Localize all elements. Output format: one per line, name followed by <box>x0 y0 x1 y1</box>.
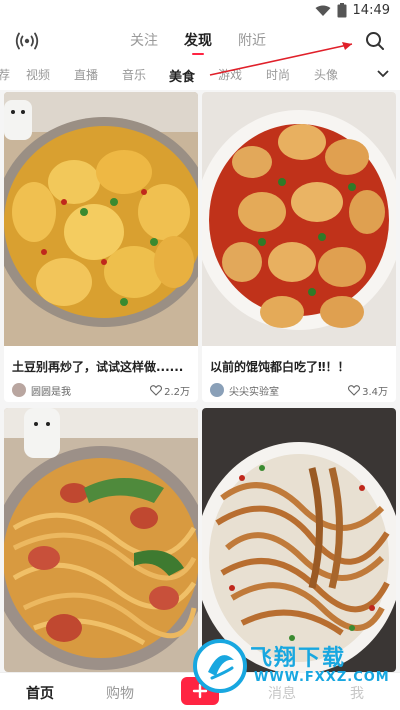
wifi-icon <box>315 5 331 16</box>
category-item-active[interactable]: 美食 <box>158 66 206 85</box>
heart-icon <box>150 384 163 396</box>
tab-discover[interactable]: 发现 <box>184 30 212 55</box>
food-image-potato[interactable] <box>4 92 198 346</box>
category-item[interactable]: 头像 <box>302 66 350 85</box>
food-image-wonton[interactable] <box>202 92 396 346</box>
category-item[interactable]: 游戏 <box>206 66 254 85</box>
nav-messages[interactable]: 消息 <box>268 683 296 703</box>
tab-follow[interactable]: 关注 <box>130 30 158 50</box>
battery-icon <box>337 3 347 18</box>
search-icon[interactable] <box>364 30 386 52</box>
card-title[interactable]: 以前的馄饨都白吃了‼！！ <box>210 358 390 375</box>
nav-tabs: 关注 发现 附近 <box>130 30 266 55</box>
food-image-spicy-noodles[interactable] <box>202 408 396 672</box>
category-item[interactable]: 荐 <box>0 66 14 85</box>
feed-card[interactable] <box>4 408 198 672</box>
top-nav: 关注 发现 附近 <box>0 24 400 58</box>
category-item[interactable]: 直播 <box>62 66 110 85</box>
chevron-down-icon <box>377 70 389 78</box>
feed: 土豆别再炒了，试试这样做...... 圆圆是我 2.2万 以前的馄饨都白吃了‼！… <box>0 90 400 672</box>
card-meta: 圆圆是我 2.2万 <box>12 382 190 398</box>
status-bar: 14:49 <box>0 0 400 24</box>
nav-home[interactable]: 首页 <box>26 683 54 703</box>
feed-card[interactable]: 土豆别再炒了，试试这样做...... 圆圆是我 2.2万 <box>4 92 198 402</box>
avatar[interactable] <box>12 383 26 397</box>
category-list: 荐 视频 直播 音乐 美食 游戏 时尚 头像 <box>0 66 350 85</box>
author-name[interactable]: 尖尖实验室 <box>229 383 348 398</box>
status-time: 14:49 <box>352 3 390 18</box>
like-button[interactable]: 3.4万 <box>348 383 388 398</box>
food-image-noodles-sausage[interactable] <box>4 408 198 672</box>
category-bar: 荐 视频 直播 音乐 美食 游戏 时尚 头像 <box>0 58 400 90</box>
card-title[interactable]: 土豆别再炒了，试试这样做...... <box>12 358 192 375</box>
feed-card[interactable]: 以前的馄饨都白吃了‼！！ 尖尖实验室 3.4万 <box>202 92 396 402</box>
bottom-nav: 首页 购物 消息 我 <box>0 672 400 710</box>
tab-nearby[interactable]: 附近 <box>238 30 266 50</box>
category-expand-button[interactable] <box>366 58 400 90</box>
live-broadcast-icon[interactable] <box>14 30 40 52</box>
like-button[interactable]: 2.2万 <box>150 383 190 398</box>
status-icons: 14:49 <box>315 3 390 18</box>
nav-me[interactable]: 我 <box>350 683 364 703</box>
like-count: 3.4万 <box>362 386 388 398</box>
like-count: 2.2万 <box>164 386 190 398</box>
plus-icon <box>192 683 208 699</box>
category-item[interactable]: 视频 <box>14 66 62 85</box>
publish-button[interactable] <box>181 677 219 705</box>
category-item[interactable]: 时尚 <box>254 66 302 85</box>
card-meta: 尖尖实验室 3.4万 <box>210 382 388 398</box>
avatar[interactable] <box>210 383 224 397</box>
feed-card[interactable] <box>202 408 396 672</box>
author-name[interactable]: 圆圆是我 <box>31 383 150 398</box>
heart-icon <box>348 384 361 396</box>
category-item[interactable]: 音乐 <box>110 66 158 85</box>
nav-shop[interactable]: 购物 <box>106 683 134 703</box>
